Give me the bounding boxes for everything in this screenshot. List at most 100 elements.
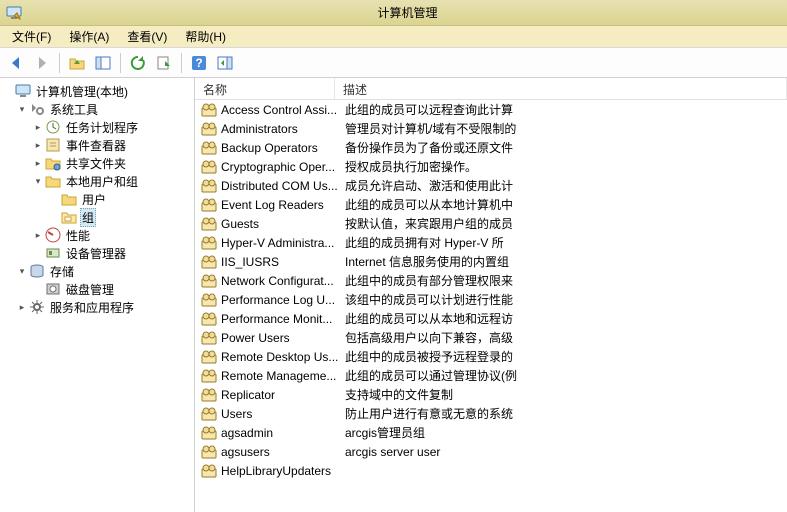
group-description: Internet 信息服务使用的内置组	[339, 253, 787, 270]
group-icon	[201, 178, 217, 194]
group-name: agsadmin	[221, 426, 339, 440]
panes-button[interactable]	[91, 51, 115, 75]
menu-view[interactable]: 查看(V)	[119, 26, 175, 47]
list-item[interactable]: Remote Desktop Us...此组中的成员被授予远程登录的	[195, 347, 787, 366]
group-icon	[201, 444, 217, 460]
tree-users[interactable]: 用户	[2, 190, 194, 208]
group-name: Performance Monit...	[221, 312, 339, 326]
menu-action[interactable]: 操作(A)	[61, 26, 117, 47]
tree-device-manager[interactable]: 设备管理器	[2, 244, 194, 262]
group-description: 此组的成员可以从本地计算机中	[339, 196, 787, 213]
tree-groups[interactable]: 组	[2, 208, 194, 226]
tree-storage[interactable]: ▾存储	[2, 262, 194, 280]
group-description: 授权成员执行加密操作。	[339, 158, 787, 175]
tree-task-scheduler[interactable]: ▸任务计划程序	[2, 118, 194, 136]
list-item[interactable]: Power Users包括高级用户以向下兼容，高级	[195, 328, 787, 347]
list-item[interactable]: Cryptographic Oper...授权成员执行加密操作。	[195, 157, 787, 176]
group-icon	[201, 102, 217, 118]
expander-icon[interactable]: ▸	[32, 121, 44, 133]
app-icon	[6, 5, 22, 21]
forward-button[interactable]	[30, 51, 54, 75]
navigation-tree[interactable]: 计算机管理(本地) ▾系统工具 ▸任务计划程序 ▸事件查看器 ▸共享文件夹 ▾本…	[0, 78, 195, 512]
expander-icon[interactable]: ▾	[32, 175, 44, 187]
tree-local-users-groups[interactable]: ▾本地用户和组	[2, 172, 194, 190]
expander-icon[interactable]: ▾	[16, 103, 28, 115]
group-name: Distributed COM Us...	[221, 179, 339, 193]
list-item[interactable]: Administrators管理员对计算机/域有不受限制的	[195, 119, 787, 138]
group-name: Administrators	[221, 122, 339, 136]
group-description: 此组的成员可以从本地和远程访	[339, 310, 787, 327]
list-item[interactable]: Distributed COM Us...成员允许启动、激活和使用此计	[195, 176, 787, 195]
list-item[interactable]: agsadminarcgis管理员组	[195, 423, 787, 442]
expander-icon[interactable]: ▸	[16, 301, 28, 313]
expander-icon[interactable]	[2, 85, 14, 97]
group-description: 按默认值，来宾跟用户组的成员	[339, 215, 787, 232]
group-name: Hyper-V Administra...	[221, 236, 339, 250]
action-pane-button[interactable]	[213, 51, 237, 75]
toolbar-separator	[59, 53, 60, 73]
tree-system-tools[interactable]: ▾系统工具	[2, 100, 194, 118]
group-description: arcgis server user	[339, 445, 787, 459]
tree-services-apps[interactable]: ▸服务和应用程序	[2, 298, 194, 316]
group-icon	[201, 140, 217, 156]
help-button[interactable]: ?	[187, 51, 211, 75]
toolbar-separator	[120, 53, 121, 73]
list-item[interactable]: Performance Log U...该组中的成员可以计划进行性能	[195, 290, 787, 309]
list-item[interactable]: Network Configurat...此组中的成员有部分管理权限来	[195, 271, 787, 290]
list-item[interactable]: Backup Operators备份操作员为了备份或还原文件	[195, 138, 787, 157]
folder-up-button[interactable]	[65, 51, 89, 75]
list-item[interactable]: Users防止用户进行有意或无意的系统	[195, 404, 787, 423]
group-icon	[201, 311, 217, 327]
export-button[interactable]	[152, 51, 176, 75]
expander-icon[interactable]: ▸	[32, 229, 44, 241]
group-description: 此组的成员可以远程查询此计算	[339, 101, 787, 118]
list-body[interactable]: Access Control Assi...此组的成员可以远程查询此计算Admi…	[195, 100, 787, 512]
toolbar-separator	[181, 53, 182, 73]
list-item[interactable]: Hyper-V Administra...此组的成员拥有对 Hyper-V 所	[195, 233, 787, 252]
group-icon	[201, 387, 217, 403]
group-name: IIS_IUSRS	[221, 255, 339, 269]
tree-shared-folders[interactable]: ▸共享文件夹	[2, 154, 194, 172]
expander-icon[interactable]: ▸	[32, 139, 44, 151]
menu-help[interactable]: 帮助(H)	[177, 26, 234, 47]
group-description: 此组中的成员被授予远程登录的	[339, 348, 787, 365]
back-button[interactable]	[4, 51, 28, 75]
tree-event-viewer[interactable]: ▸事件查看器	[2, 136, 194, 154]
group-name: Performance Log U...	[221, 293, 339, 307]
group-icon	[201, 349, 217, 365]
svg-text:?: ?	[195, 56, 202, 70]
group-icon	[201, 273, 217, 289]
list-item[interactable]: agsusersarcgis server user	[195, 442, 787, 461]
group-name: Guests	[221, 217, 339, 231]
list-item[interactable]: IIS_IUSRSInternet 信息服务使用的内置组	[195, 252, 787, 271]
list-item[interactable]: Event Log Readers此组的成员可以从本地计算机中	[195, 195, 787, 214]
list-item[interactable]: Remote Manageme...此组的成员可以通过管理协议(例	[195, 366, 787, 385]
title-bar: 计算机管理	[0, 0, 787, 26]
group-description: arcgis管理员组	[339, 424, 787, 441]
menu-bar: 文件(F) 操作(A) 查看(V) 帮助(H)	[0, 26, 787, 48]
list-item[interactable]: Replicator支持域中的文件复制	[195, 385, 787, 404]
group-icon	[201, 235, 217, 251]
tree-disk-management[interactable]: 磁盘管理	[2, 280, 194, 298]
group-description: 包括高级用户以向下兼容，高级	[339, 329, 787, 346]
menu-file[interactable]: 文件(F)	[4, 26, 59, 47]
list-item[interactable]: HelpLibraryUpdaters	[195, 461, 787, 480]
group-name: HelpLibraryUpdaters	[221, 464, 339, 478]
list-item[interactable]: Access Control Assi...此组的成员可以远程查询此计算	[195, 100, 787, 119]
list-item[interactable]: Performance Monit...此组的成员可以从本地和远程访	[195, 309, 787, 328]
column-name[interactable]: 名称	[195, 78, 335, 99]
toolbar: ?	[0, 48, 787, 78]
group-description: 备份操作员为了备份或还原文件	[339, 139, 787, 156]
refresh-button[interactable]	[126, 51, 150, 75]
group-icon	[201, 463, 217, 479]
group-description: 此组的成员拥有对 Hyper-V 所	[339, 234, 787, 251]
list-item[interactable]: Guests按默认值，来宾跟用户组的成员	[195, 214, 787, 233]
tree-root[interactable]: 计算机管理(本地)	[2, 82, 194, 100]
column-description[interactable]: 描述	[335, 78, 787, 99]
tree-performance[interactable]: ▸性能	[2, 226, 194, 244]
expander-icon[interactable]: ▸	[32, 157, 44, 169]
group-description: 该组中的成员可以计划进行性能	[339, 291, 787, 308]
group-icon	[201, 292, 217, 308]
expander-icon[interactable]: ▾	[16, 265, 28, 277]
group-icon	[201, 254, 217, 270]
